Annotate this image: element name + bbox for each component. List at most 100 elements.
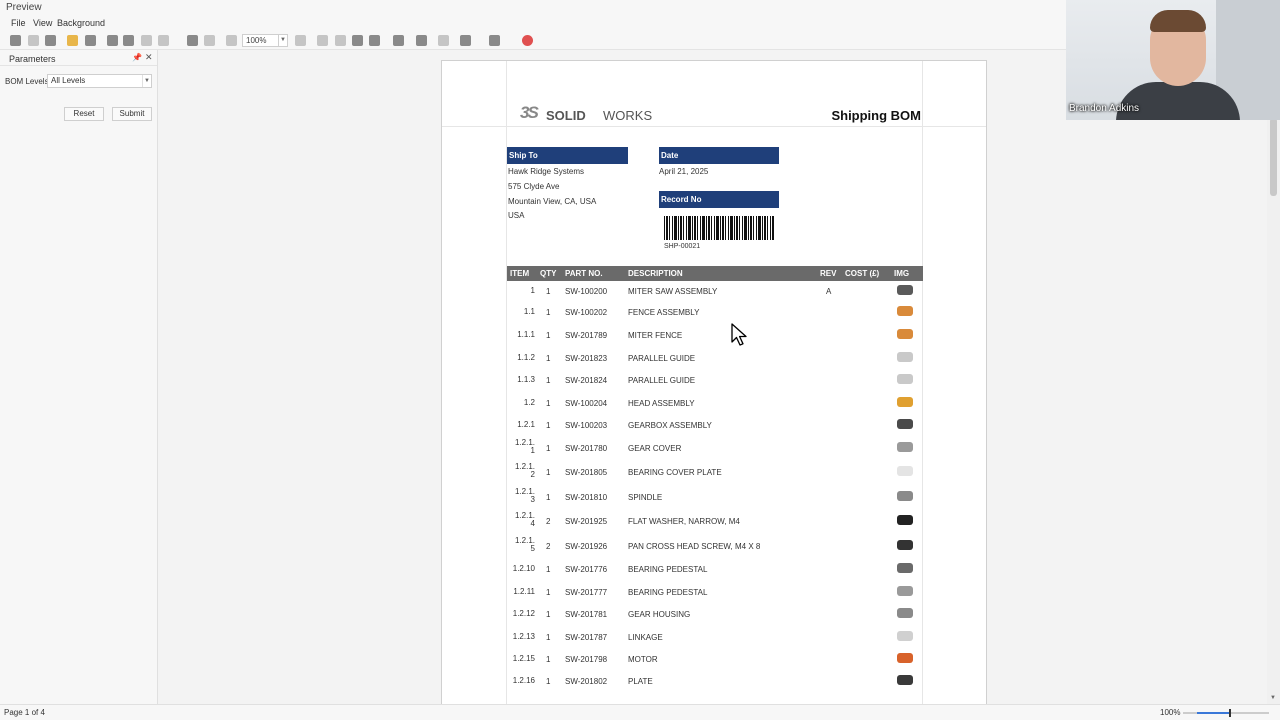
previous-page-icon[interactable] xyxy=(335,35,346,46)
submit-button[interactable]: Submit xyxy=(112,107,152,121)
quantity-cell: 1 xyxy=(546,588,551,597)
col-item: ITEM xyxy=(510,269,530,278)
report-page: 3S SOLID WORKS Shipping BOM Ship To Hawk… xyxy=(441,60,987,704)
item-number: 1.2.12 xyxy=(512,609,535,618)
quantity-cell: 1 xyxy=(546,633,551,642)
ship-to-line: Mountain View, CA, USA xyxy=(508,197,597,206)
hand-tool-icon[interactable] xyxy=(187,35,198,46)
description-cell: MITER SAW ASSEMBLY xyxy=(628,287,718,296)
col-part-no: PART NO. xyxy=(565,269,603,278)
menu-view[interactable]: View xyxy=(33,18,52,28)
description-cell: SPINDLE xyxy=(628,493,663,502)
part-number-cell: SW-201777 xyxy=(565,588,608,597)
ship-to-line: Hawk Ridge Systems xyxy=(508,167,585,176)
parameters-toggle-icon[interactable] xyxy=(28,35,39,46)
chevron-down-icon[interactable]: ▼ xyxy=(142,75,151,87)
date-header: Date xyxy=(659,147,779,164)
zoom-value: 100% xyxy=(246,36,267,45)
presenter-shirt xyxy=(1116,82,1240,120)
barcode-image xyxy=(664,216,774,240)
description-cell: MOTOR xyxy=(628,655,658,664)
pin-icon[interactable]: 📌 xyxy=(132,53,142,62)
bom-row: 1.2.1. 2 1 SW-201805 BEARING COVER PLATE xyxy=(507,462,923,486)
part-thumbnail-icon xyxy=(897,306,913,316)
logo-solid: SOLID xyxy=(546,108,586,123)
bom-row: 1.2.1. 4 2 SW-201925 FLAT WASHER, NARROW, M… xyxy=(507,512,923,535)
bom-row: 1.2.1. 1 1 SW-201780 GEAR COVER xyxy=(507,439,923,462)
ship-to-header: Ship To xyxy=(507,147,628,164)
multiple-pages-icon[interactable] xyxy=(393,35,404,46)
record-no-value: SHP-00021 xyxy=(664,243,701,250)
page-color-icon[interactable] xyxy=(416,35,427,46)
item-number: 1.2.1. 2 xyxy=(514,462,535,479)
last-page-icon[interactable] xyxy=(369,35,380,46)
zoom-slider[interactable] xyxy=(1183,709,1269,717)
page-setup-icon[interactable] xyxy=(141,35,152,46)
quantity-cell: 1 xyxy=(546,677,551,686)
quantity-cell: 1 xyxy=(546,287,551,296)
export-icon[interactable] xyxy=(460,35,471,46)
part-number-cell: SW-100203 xyxy=(565,421,608,430)
scale-icon[interactable] xyxy=(158,35,169,46)
description-cell: FENCE ASSEMBLY xyxy=(628,308,700,317)
bom-row: 1 1 SW-100200 MITER SAW ASSEMBLY A xyxy=(507,285,923,305)
description-cell: BEARING PEDESTAL xyxy=(628,588,708,597)
bom-row: 1.2 1 SW-100204 HEAD ASSEMBLY xyxy=(507,397,923,417)
vertical-scrollbar[interactable]: ▲ ▼ xyxy=(1267,50,1280,704)
part-number-cell: SW-201798 xyxy=(565,655,608,664)
part-thumbnail-icon xyxy=(897,653,913,663)
description-cell: PAN CROSS HEAD SCREW, M4 X 8 xyxy=(628,542,761,551)
quick-print-icon[interactable] xyxy=(123,35,134,46)
menu-background[interactable]: Background xyxy=(57,18,105,28)
open-folder-icon[interactable] xyxy=(67,35,78,46)
reset-button[interactable]: Reset xyxy=(64,107,104,121)
description-cell: PLATE xyxy=(628,677,653,686)
parameters-title: Parameters xyxy=(9,54,56,64)
menu-file[interactable]: File xyxy=(11,18,26,28)
quantity-cell: 1 xyxy=(546,565,551,574)
next-page-icon[interactable] xyxy=(352,35,363,46)
select-tool-icon[interactable] xyxy=(10,35,21,46)
print-icon[interactable] xyxy=(107,35,118,46)
bom-levels-value: All Levels xyxy=(51,76,86,85)
part-number-cell: SW-201802 xyxy=(565,677,608,686)
bom-row: 1.2.1. 3 1 SW-201810 SPINDLE xyxy=(507,488,923,511)
description-cell: BEARING COVER PLATE xyxy=(628,468,722,477)
zoom-slider-fill xyxy=(1197,712,1230,714)
zoom-in-icon[interactable] xyxy=(295,35,306,46)
scroll-down-icon[interactable]: ▼ xyxy=(1270,695,1276,701)
parameters-panel: Parameters 📌 ✕ BOM Levels All Levels ▼ R… xyxy=(0,50,158,704)
close-icon[interactable]: ✕ xyxy=(145,52,153,63)
save-icon[interactable] xyxy=(85,35,96,46)
bom-levels-select[interactable]: All Levels ▼ xyxy=(47,74,152,88)
quantity-cell: 1 xyxy=(546,331,551,340)
close-preview-icon[interactable] xyxy=(522,35,533,46)
watermark-icon[interactable] xyxy=(438,35,449,46)
quantity-cell: 1 xyxy=(546,421,551,430)
quantity-cell: 2 xyxy=(546,542,551,551)
description-cell: LINKAGE xyxy=(628,633,663,642)
magnifier-icon[interactable] xyxy=(204,35,215,46)
part-thumbnail-icon xyxy=(897,540,913,550)
item-number: 1.2.16 xyxy=(512,676,535,685)
zoom-percentage: 100% xyxy=(1160,708,1181,717)
send-email-icon[interactable] xyxy=(489,35,500,46)
search-icon[interactable] xyxy=(45,35,56,46)
chevron-down-icon[interactable]: ▼ xyxy=(278,35,287,46)
zoom-combo[interactable]: 100% ▼ xyxy=(242,34,288,47)
report-title: Shipping BOM xyxy=(831,108,921,123)
zoom-slider-knob[interactable] xyxy=(1229,709,1231,717)
first-page-icon[interactable] xyxy=(317,35,328,46)
item-number: 1.2.1 xyxy=(517,420,535,429)
logo-works: WORKS xyxy=(603,108,653,123)
part-thumbnail-icon xyxy=(897,631,913,641)
part-thumbnail-icon xyxy=(897,329,913,339)
scrollbar-thumb[interactable] xyxy=(1270,118,1277,196)
part-thumbnail-icon xyxy=(897,675,913,685)
parameters-header: Parameters 📌 ✕ xyxy=(0,50,157,66)
quantity-cell: 1 xyxy=(546,493,551,502)
revision-cell: A xyxy=(826,287,832,296)
part-number-cell: SW-201810 xyxy=(565,493,608,502)
zoom-out-icon[interactable] xyxy=(226,35,237,46)
document-viewer[interactable]: 3S SOLID WORKS Shipping BOM Ship To Hawk… xyxy=(159,50,1267,704)
